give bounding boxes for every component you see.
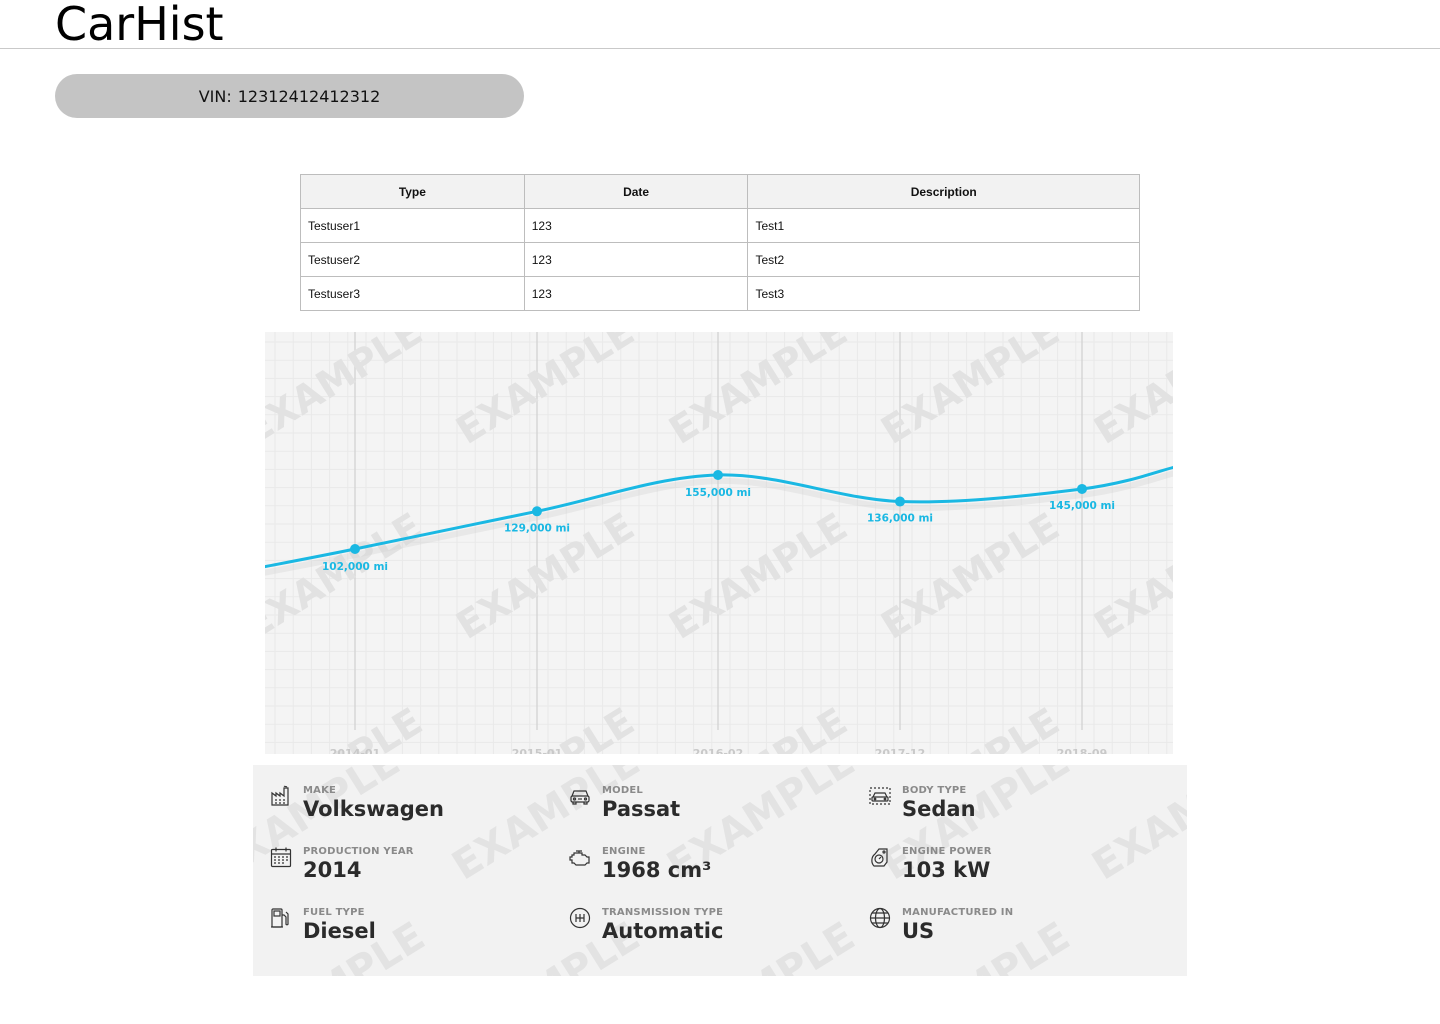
gearshift-icon (569, 907, 591, 929)
header-divider (0, 48, 1440, 49)
column-header-type: Type (300, 174, 525, 209)
spec-engine: ENGINE 1968 cm³ (569, 846, 859, 906)
table-row: Testuser1 123 Test1 (300, 208, 1140, 243)
engine-icon (569, 850, 590, 866)
vin-value: 12312412412312 (237, 86, 381, 106)
spec-make: MAKE Volkswagen (270, 785, 560, 845)
spec-value: US (902, 919, 935, 943)
spec-model: MODEL Passat (569, 785, 859, 845)
cell-description: Test2 (747, 242, 1140, 277)
spec-label: ENGINE (602, 846, 646, 857)
x-tick-label: 2018-09 (1057, 747, 1108, 754)
car-body-icon (869, 787, 891, 805)
cell-type: Testuser3 (300, 276, 525, 311)
cell-type: Testuser2 (300, 242, 525, 277)
data-point (895, 496, 905, 507)
mileage-chart: EXAMPLE EXAMPLE EXAMPLE EXAMPLE EXAMPLE EXAMP… (265, 332, 1173, 754)
spec-label: PRODUCTION YEAR (303, 846, 414, 857)
spec-label: BODY TYPE (902, 785, 967, 796)
data-label: 102,000 mi (322, 561, 388, 573)
spec-fuel-type: FUEL TYPE Diesel (270, 907, 560, 967)
spec-label: MANUFACTURED IN (902, 907, 1014, 918)
factory-icon (271, 785, 289, 806)
data-label: 145,000 mi (1049, 500, 1115, 512)
spec-value: Diesel (303, 919, 376, 943)
mileage-chart-svg: EXAMPLE EXAMPLE EXAMPLE EXAMPLE EXAMPLEEXAMP… (265, 332, 1173, 754)
spec-value: 1968 cm³ (602, 858, 712, 882)
column-header-description: Description (747, 174, 1140, 209)
cell-date: 123 (523, 276, 749, 311)
vehicle-specs-panel: EXAMPLEEXAMPLEEXAMPLEEXAMPLEEXAMPLEEXAMP… (253, 765, 1187, 976)
spec-production-year: PRODUCTION YEAR 2014 (270, 846, 560, 906)
x-tick-label: 2014-01 (330, 747, 381, 754)
spec-value: Automatic (602, 919, 724, 943)
globe-icon (869, 907, 891, 929)
spec-label: ENGINE POWER (902, 846, 992, 857)
data-point (1077, 483, 1087, 494)
spec-value: Passat (602, 797, 681, 821)
table-header-row: Type Date Description (300, 174, 1140, 209)
x-tick-label: 2016-02 (693, 747, 744, 754)
spec-engine-power: ENGINE POWER 103 kW (869, 846, 1159, 906)
calendar-icon (270, 847, 292, 868)
spec-value: 2014 (303, 858, 362, 882)
x-tick-label: 2017-12 (875, 747, 926, 754)
cell-date: 123 (523, 242, 749, 277)
spec-label: MAKE (303, 785, 337, 796)
spec-body-type: BODY TYPE Sedan (869, 785, 1159, 845)
app-title: CarHist (55, 0, 224, 51)
cell-type: Testuser1 (300, 208, 525, 243)
x-tick-label: 2015-01 (512, 747, 563, 754)
fuel-pump-icon (271, 908, 289, 928)
data-label: 136,000 mi (867, 513, 933, 525)
vin-field[interactable]: VIN: 12312412412312 (55, 74, 524, 118)
data-label: 155,000 mi (685, 487, 751, 499)
data-point (532, 506, 542, 517)
data-label: 129,000 mi (504, 522, 570, 534)
spec-label: TRANSMISSION TYPE (602, 907, 724, 918)
cell-description: Test3 (747, 276, 1140, 311)
column-header-date: Date (523, 174, 749, 209)
data-point (713, 470, 723, 480)
cell-description: Test1 (747, 208, 1140, 243)
spec-label: FUEL TYPE (303, 907, 365, 918)
spec-label: MODEL (602, 785, 643, 796)
spec-value: 103 kW (902, 858, 991, 882)
data-point (350, 544, 360, 554)
spec-value: Volkswagen (303, 797, 444, 821)
gauge-icon (871, 848, 888, 867)
vin-label: VIN: (198, 86, 232, 106)
cell-date: 123 (523, 208, 749, 243)
spec-manufactured-in: MANUFACTURED IN US (869, 907, 1159, 967)
spec-transmission-type: TRANSMISSION TYPE Automatic (569, 907, 859, 967)
car-front-icon (570, 790, 590, 805)
table-row: Testuser2 123 Test2 (300, 242, 1140, 277)
table-row: Testuser3 123 Test3 (300, 276, 1140, 311)
spec-value: Sedan (902, 797, 976, 821)
history-table: Type Date Description Testuser1 123 Test… (300, 174, 1140, 311)
